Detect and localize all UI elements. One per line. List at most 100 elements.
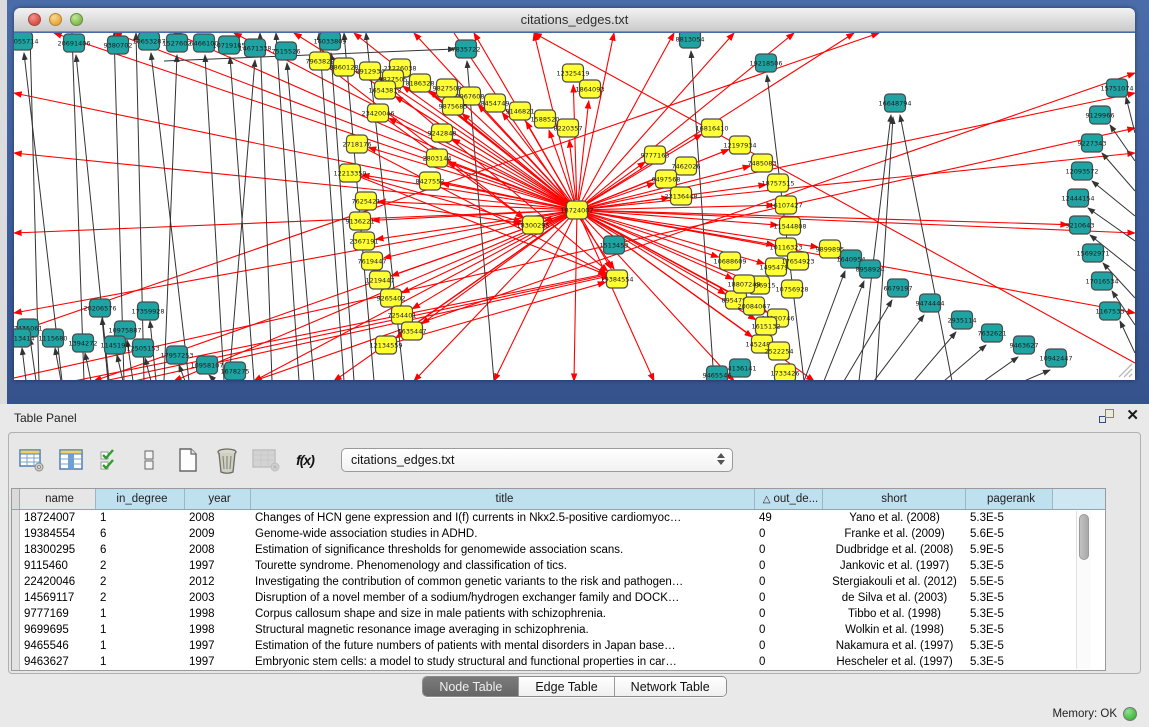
table-cell[interactable]: Wolkin et al. (1998): [823, 622, 966, 638]
graph-node[interactable]: 20206576: [83, 299, 116, 317]
table-row[interactable]: 977716911998Corpus callosum shape and si…: [12, 606, 1105, 622]
graph-node[interactable]: 9210643: [1066, 216, 1095, 234]
table-cell[interactable]: 9463627: [20, 654, 96, 670]
graph-edge[interactable]: [164, 55, 177, 380]
memory-indicator[interactable]: [1123, 707, 1137, 721]
resize-grip[interactable]: [1115, 360, 1133, 378]
graph-node[interactable]: 10958107: [190, 356, 223, 374]
table-row[interactable]: 2242004622012Investigating the contribut…: [12, 574, 1105, 590]
graph-node[interactable]: 2367191: [350, 232, 379, 250]
graph-node[interactable]: 8186328: [406, 74, 435, 92]
graph-node[interactable]: 1527602: [163, 34, 192, 52]
table-cell[interactable]: 0: [755, 590, 823, 606]
graph-node[interactable]: 9136221: [346, 212, 375, 230]
graph-edge[interactable]: [578, 101, 589, 200]
graph-edge[interactable]: [1088, 208, 1135, 241]
table-cell[interactable]: 14569117: [20, 590, 96, 606]
graph-node[interactable]: 16033809: [313, 33, 346, 50]
graph-node[interactable]: 2935114: [948, 311, 977, 329]
table-cell[interactable]: 18300295: [20, 542, 96, 558]
graph-node[interactable]: 1219447: [366, 271, 395, 289]
graph-edge[interactable]: [209, 375, 215, 380]
column-header-out_de[interactable]: △out_de...: [755, 489, 823, 509]
graph-edge[interactable]: [577, 210, 1135, 233]
graph-node[interactable]: 12444154: [1061, 189, 1094, 207]
table-row[interactable]: 946362711997Embryonic stem cells: a mode…: [12, 654, 1105, 670]
table-cell[interactable]: 2008: [185, 542, 251, 558]
graph-node[interactable]: 20691406: [57, 34, 90, 52]
table-row[interactable]: 1830029562008Estimation of significance …: [12, 542, 1105, 558]
graph-node[interactable]: 10756928: [775, 280, 808, 298]
graph-edge[interactable]: [859, 115, 891, 380]
table-mode-icon[interactable]: [17, 444, 47, 476]
graph-edge[interactable]: [577, 210, 734, 380]
graph-node[interactable]: 9242848: [428, 124, 457, 142]
table-cell[interactable]: 0: [755, 622, 823, 638]
table-cell[interactable]: Jankovic et al. (1997): [823, 558, 966, 574]
table-cell[interactable]: Estimation of the future numbers of pati…: [251, 638, 755, 654]
table-cell[interactable]: Changes of HCN gene expression and I(f) …: [251, 510, 755, 526]
graph-edge[interactable]: [117, 355, 123, 380]
table-cell[interactable]: 5.3E-5: [966, 606, 1053, 622]
graph-edge[interactable]: [1126, 97, 1135, 133]
table-cell[interactable]: 9699695: [20, 622, 96, 638]
table-cell[interactable]: 2: [96, 574, 185, 590]
graph-node[interactable]: 7485083: [748, 154, 777, 172]
graph-node[interactable]: 2718176: [343, 135, 372, 153]
table-cell[interactable]: Embryonic stem cells: a model to study s…: [251, 654, 755, 670]
table-cell[interactable]: Tourette syndrome. Phenomenology and cla…: [251, 558, 755, 574]
graph-node[interactable]: 23136448: [664, 187, 697, 205]
graph-node[interactable]: 6497568: [652, 170, 681, 188]
graph-edge[interactable]: [900, 115, 952, 380]
graph-edge[interactable]: [76, 55, 109, 380]
table-cell[interactable]: 1: [96, 638, 185, 654]
graph-node[interactable]: 9465546: [703, 366, 732, 380]
table-cell[interactable]: 5.3E-5: [966, 510, 1053, 526]
table-row[interactable]: 969969511998Structural magnetic resonanc…: [12, 622, 1105, 638]
graph-node[interactable]: 9227343: [1078, 134, 1107, 152]
table-cell[interactable]: 2009: [185, 526, 251, 542]
column-header-name[interactable]: name: [20, 489, 96, 509]
graph-edge[interactable]: [72, 33, 84, 380]
table-cell[interactable]: 0: [755, 574, 823, 590]
table-cell[interactable]: Structural magnetic resonance image aver…: [251, 622, 755, 638]
scrollbar-thumb[interactable]: [1079, 514, 1089, 560]
tab-network-table[interactable]: Network Table: [615, 677, 726, 696]
table-cell[interactable]: 2008: [185, 510, 251, 526]
graph-node[interactable]: 17359928: [131, 302, 164, 320]
close-panel-icon[interactable]: ✕: [1126, 409, 1139, 423]
graph-edge[interactable]: [1102, 153, 1135, 191]
graph-node[interactable]: 19218506: [749, 54, 782, 72]
table-cell[interactable]: 0: [755, 606, 823, 622]
window-titlebar[interactable]: citations_edges.txt: [14, 8, 1135, 32]
graph-node[interactable]: 7515526: [272, 42, 301, 60]
column-header-year[interactable]: year: [185, 489, 251, 509]
table-row[interactable]: 946554611997Estimation of the future num…: [12, 638, 1105, 654]
table-cell[interactable]: 1: [96, 606, 185, 622]
graph-node[interactable]: 10942447: [1039, 349, 1072, 367]
table-row[interactable]: 911546021997Tourette syndrome. Phenomeno…: [12, 558, 1105, 574]
table-cell[interactable]: Yano et al. (2008): [823, 510, 966, 526]
graph-node[interactable]: 1145194: [101, 336, 130, 354]
graph-node[interactable]: 1167533: [1096, 302, 1125, 320]
table-row[interactable]: 1938455462009Genome-wide association stu…: [12, 526, 1105, 542]
new-table-icon[interactable]: [173, 444, 203, 476]
table-cell[interactable]: 6: [96, 526, 185, 542]
table-cell[interactable]: 0: [755, 558, 823, 574]
table-cell[interactable]: 2: [96, 590, 185, 606]
column-header-short[interactable]: short: [823, 489, 966, 509]
graph-edge[interactable]: [1024, 370, 1050, 380]
table-cell[interactable]: 49: [755, 510, 823, 526]
table-cell[interactable]: Corpus callosum shape and size in male p…: [251, 606, 755, 622]
table-cell[interactable]: 5.3E-5: [966, 622, 1053, 638]
table-cell[interactable]: Nakamura et al. (1997): [823, 638, 966, 654]
graph-node[interactable]: 10653287: [132, 33, 165, 50]
function-builder-icon[interactable]: f(x): [290, 444, 320, 476]
table-cell[interactable]: Stergiakouli et al. (2012): [823, 574, 966, 590]
table-cell[interactable]: 5.5E-5: [966, 574, 1053, 590]
table-row[interactable]: 1456911722003Disruption of a novel membe…: [12, 590, 1105, 606]
table-row[interactable]: 1872400712008Changes of HCN gene express…: [12, 510, 1105, 526]
table-cell[interactable]: 2003: [185, 590, 251, 606]
table-cell[interactable]: 0: [755, 526, 823, 542]
graph-node[interactable]: 7835722: [452, 40, 481, 58]
